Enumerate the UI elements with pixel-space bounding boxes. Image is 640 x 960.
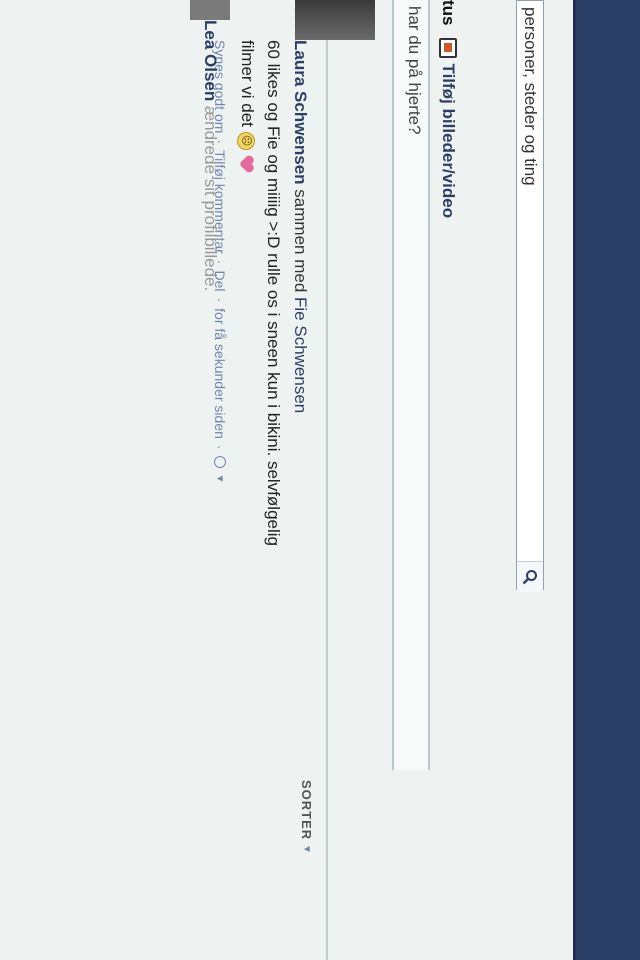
tab-add-photo-video[interactable]: Tilføj billeder/video xyxy=(438,37,458,219)
facebook-page: personer, steder og ting tus Tilføj bill… xyxy=(0,0,640,960)
tab-status[interactable]: tus xyxy=(438,0,458,26)
search-button[interactable] xyxy=(517,561,543,592)
search-box[interactable]: personer, steder og ting xyxy=(516,0,544,592)
post-body: 60 likes og Fie og miiiig >:D rulle os i… xyxy=(234,40,286,740)
composer-placeholder: har du på hjerte? xyxy=(405,6,424,135)
search-icon xyxy=(522,570,537,585)
composer-tabs: tus Tilføj billeder/video xyxy=(430,0,466,600)
smiley-icon: ☹ xyxy=(237,131,256,150)
post-author-link[interactable]: Laura Schwensen xyxy=(291,40,310,185)
post-text-line-1: 60 likes og Fie og miiiig >:D rulle os i… xyxy=(264,40,283,546)
post-author-link[interactable]: Lea Olsen xyxy=(201,20,220,101)
post-header: Lea Olsen ændrede sit profilbillede. xyxy=(200,20,220,800)
post-activity-text: ændrede sit profilbillede. xyxy=(201,106,220,292)
tagged-person-link[interactable]: Fie Schwensen xyxy=(291,297,310,413)
top-navigation-bar xyxy=(573,0,640,960)
post-with-text: sammen med xyxy=(291,189,310,293)
feed-divider xyxy=(326,0,328,960)
tab-add-photo-video-label: Tilføj billeder/video xyxy=(439,63,458,219)
heart-icon xyxy=(239,156,253,172)
feed-post: Laura Schwensen sammen med Fie Schwensen… xyxy=(212,40,310,920)
post-text-line-2: filmer vi det xyxy=(238,40,257,127)
avatar[interactable] xyxy=(295,0,375,40)
feed-post: Lea Olsen ændrede sit profilbillede. xyxy=(200,0,220,800)
photo-icon xyxy=(439,37,457,58)
search-input-text[interactable]: personer, steder og ting xyxy=(520,7,540,186)
post-header: Laura Schwensen sammen med Fie Schwensen xyxy=(290,40,310,920)
status-composer[interactable]: har du på hjerte? xyxy=(392,0,430,770)
